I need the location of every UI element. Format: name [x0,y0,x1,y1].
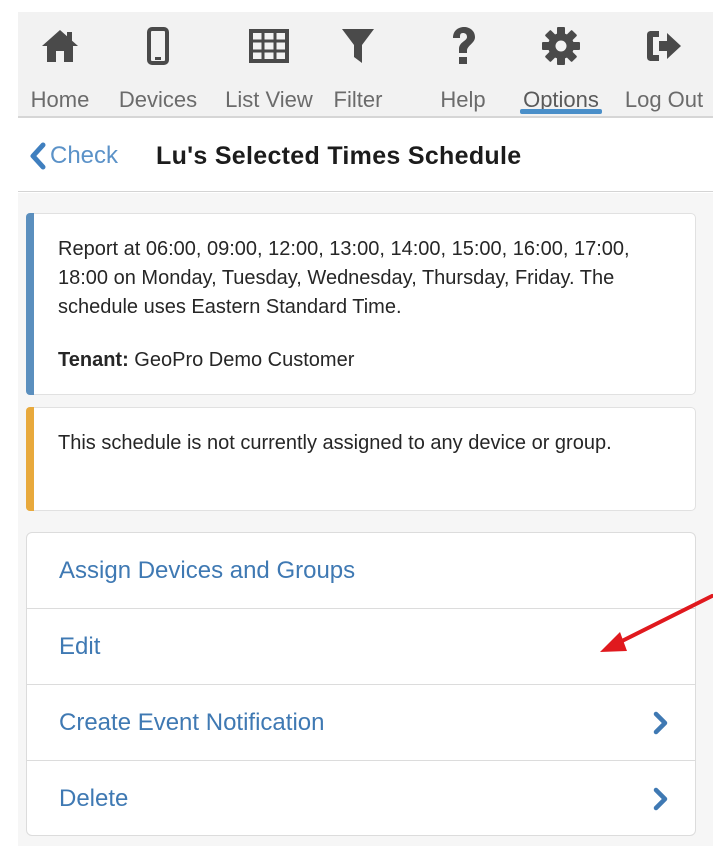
menu-item-label: Edit [59,632,101,660]
assignment-warning-card: This schedule is not currently assigned … [26,407,696,511]
warning-accent-bar [26,407,34,511]
grid-list-icon [247,24,291,68]
back-button-label: Check [50,142,119,169]
toolbar-help-button[interactable]: Help [428,12,498,116]
tenant-value: GeoPro Demo Customer [134,349,355,371]
create-event-notification-item[interactable]: Create Event Notification [27,685,695,761]
assign-devices-groups-item[interactable]: Assign Devices and Groups [27,533,695,609]
gear-icon [539,24,583,68]
tenant-line: Tenant: GeoPro Demo Customer [58,346,354,374]
toolbar-logout-label: Log Out [624,87,704,112]
toolbar-help-label: Help [440,87,486,112]
active-tab-indicator [520,109,602,114]
chevron-left-icon [30,142,46,170]
chevron-right-icon [653,711,668,735]
schedule-info-card: Report at 06:00, 09:00, 12:00, 13:00, 14… [26,213,696,395]
page-header: Check Lu's Selected Times Schedule [18,120,713,192]
toolbar-home-button[interactable]: Home [18,12,102,116]
toolbar-filter-button[interactable]: Filter [318,12,398,116]
warning-message: This schedule is not currently assigned … [58,432,612,454]
filter-funnel-icon [336,24,380,68]
toolbar-devices-label: Devices [118,87,198,112]
delete-item[interactable]: Delete [27,761,695,835]
toolbar-logout-button[interactable]: Log Out [618,12,710,116]
toolbar-list-view-label: List View [225,87,313,112]
toolbar-options-button[interactable]: Options [516,12,606,116]
main-content: Report at 06:00, 09:00, 12:00, 13:00, 14… [18,193,713,846]
chevron-right-icon [653,787,668,811]
toolbar-list-view-button[interactable]: List View [214,12,324,116]
toolbar-filter-label: Filter [333,87,383,112]
menu-item-label: Assign Devices and Groups [59,556,356,584]
menu-item-label: Create Event Notification [59,708,325,736]
schedule-actions-list: Assign Devices and Groups Edit Create Ev… [26,532,696,836]
tenant-label: Tenant: [58,349,129,371]
question-mark-icon [441,24,485,68]
menu-item-label: Delete [59,785,129,812]
back-button[interactable]: Check [28,142,118,170]
sign-out-icon [642,24,686,68]
info-accent-bar [26,213,34,395]
edit-item[interactable]: Edit [27,609,695,685]
schedule-description: Report at 06:00, 09:00, 12:00, 13:00, 14… [58,238,630,318]
toolbar-devices-button[interactable]: Devices [110,12,206,116]
top-toolbar: Home Devices List View Filter Help Optio… [18,12,713,118]
page-title: Lu's Selected Times Schedule [156,142,522,170]
mobile-device-icon [136,24,180,68]
toolbar-home-label: Home [30,87,90,112]
home-icon [38,24,82,68]
